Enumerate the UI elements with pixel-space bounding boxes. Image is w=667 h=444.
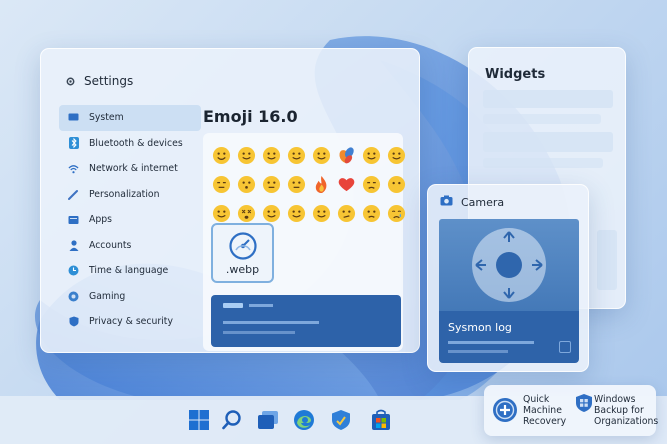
widget-placeholder [483, 114, 601, 124]
task-view-icon[interactable] [256, 408, 280, 432]
settings-window[interactable]: Settings System Bluetooth & devices Netw… [40, 48, 420, 353]
sidebar-item-bluetooth[interactable]: Bluetooth & devices [59, 131, 201, 157]
page-title: Emoji 16.0 [203, 107, 298, 126]
emoji-kissing[interactable] [234, 170, 259, 199]
widget-placeholder [483, 158, 603, 168]
log-placeholder [223, 331, 295, 334]
emoji-smiling[interactable] [384, 141, 409, 170]
edge-browser-icon[interactable] [292, 408, 316, 432]
webp-image-card[interactable]: .webp [211, 223, 274, 283]
sidebar-item-privacy-security[interactable]: Privacy & security [59, 309, 201, 335]
sidebar-item-apps[interactable]: Apps [59, 207, 201, 233]
sidebar-item-label: Time & language [89, 265, 169, 277]
bluetooth-icon [68, 137, 79, 150]
store-icon[interactable] [369, 408, 393, 432]
sidebar-item-label: Apps [89, 214, 113, 226]
recovery-backup-card: Quick Machine Recovery Windows Backup fo… [484, 385, 658, 436]
emoji-fire[interactable] [309, 170, 334, 199]
sidebar-item-network[interactable]: Network & internet [59, 156, 201, 182]
sidebar-item-gaming[interactable]: Gaming [59, 284, 201, 310]
quick-machine-recovery-icon[interactable] [492, 397, 518, 423]
settings-sidebar: System Bluetooth & devices Network & int… [59, 105, 201, 335]
sysmon-log-label: Sysmon log [448, 321, 512, 334]
clock-icon [68, 265, 79, 276]
windows-start-icon[interactable] [187, 408, 211, 432]
brush-icon [68, 189, 79, 200]
camera-title: Camera [461, 195, 505, 209]
apps-icon [68, 214, 79, 225]
sidebar-item-label: Gaming [89, 290, 126, 302]
wifi-icon [68, 163, 79, 174]
windows-backup-shield-icon[interactable] [575, 393, 593, 413]
emoji-confused[interactable] [334, 199, 359, 228]
gamepad-icon [68, 291, 79, 302]
directional-pad-icon [472, 228, 546, 302]
emoji-neutral[interactable] [259, 170, 284, 199]
sidebar-item-system[interactable]: System [59, 105, 201, 131]
sidebar-item-label: Network & internet [89, 163, 178, 175]
widgets-title: Widgets [485, 67, 546, 82]
emoji-neutral[interactable] [284, 170, 309, 199]
security-shield-icon[interactable] [329, 408, 353, 432]
webp-label: .webp [225, 263, 260, 276]
widget-placeholder [483, 132, 613, 152]
emoji-panel: .webp [203, 133, 406, 351]
windows-backup-label[interactable]: Windows Backup for Organizations [594, 394, 658, 427]
log-placeholder [223, 303, 243, 308]
sidebar-item-label: Privacy & security [89, 316, 173, 328]
sidebar-item-accounts[interactable]: Accounts [59, 233, 201, 259]
sidebar-item-time-language[interactable]: Time & language [59, 258, 201, 284]
emoji-smiling[interactable] [309, 141, 334, 170]
emoji-grid [209, 141, 409, 228]
emoji-heart[interactable] [334, 170, 359, 199]
log-placeholder [448, 341, 534, 344]
monitor-icon [68, 112, 79, 123]
person-icon [68, 240, 79, 251]
speedometer-icon [228, 231, 258, 261]
sidebar-item-personalization[interactable]: Personalization [59, 182, 201, 208]
settings-title: Settings [84, 74, 134, 88]
log-preview-card [211, 295, 401, 347]
emoji-smiling[interactable] [284, 199, 309, 228]
emoji-leaf-cluster[interactable] [334, 141, 359, 170]
quick-machine-recovery-label[interactable]: Quick Machine Recovery [523, 394, 566, 427]
emoji-smiling[interactable] [259, 141, 284, 170]
camera-viewfinder [439, 219, 579, 311]
camera-icon [440, 195, 453, 209]
emoji-grinning[interactable] [209, 141, 234, 170]
widget-placeholder [597, 230, 617, 290]
expand-icon[interactable] [559, 341, 571, 353]
sidebar-item-label: Bluetooth & devices [89, 137, 183, 149]
emoji-no-mouth[interactable] [384, 170, 409, 199]
emoji-crying[interactable] [384, 199, 409, 228]
sysmon-log-card[interactable]: Sysmon log [439, 311, 579, 363]
gear-icon [65, 76, 76, 87]
sidebar-item-label: System [89, 112, 124, 124]
emoji-smiling[interactable] [309, 199, 334, 228]
emoji-expressionless[interactable] [209, 170, 234, 199]
shield-icon [68, 316, 79, 327]
emoji-unamused[interactable] [359, 170, 384, 199]
emoji-smiling[interactable] [359, 141, 384, 170]
emoji-confused[interactable] [359, 199, 384, 228]
search-icon[interactable] [220, 408, 244, 432]
log-placeholder [448, 350, 508, 353]
sidebar-item-label: Personalization [89, 188, 160, 200]
settings-title-bar: Settings [65, 74, 133, 88]
settings-content-header: Emoji 16.0 [203, 107, 298, 126]
camera-window[interactable]: Camera Sysmon log [427, 184, 589, 372]
camera-title-bar: Camera [440, 195, 504, 209]
emoji-smiling[interactable] [234, 141, 259, 170]
log-placeholder [223, 321, 319, 324]
log-placeholder [249, 304, 273, 307]
emoji-smiling[interactable] [284, 141, 309, 170]
widget-placeholder [483, 90, 613, 108]
sidebar-item-label: Accounts [89, 239, 132, 251]
